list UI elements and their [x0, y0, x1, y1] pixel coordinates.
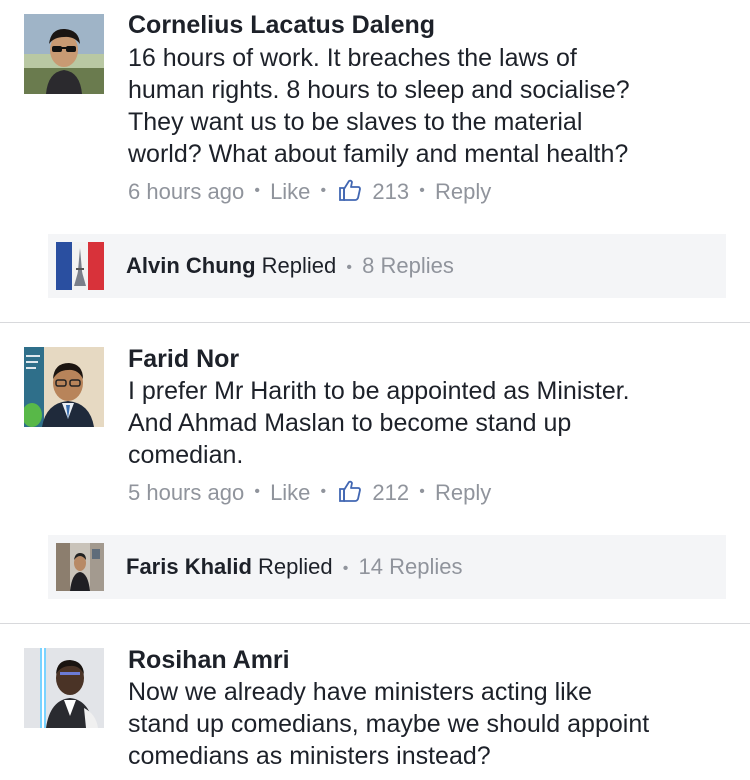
avatar[interactable]	[56, 242, 104, 290]
avatar[interactable]	[24, 648, 104, 728]
separator-dot: •	[346, 259, 353, 276]
comment-author[interactable]: Rosihan Amri	[128, 645, 290, 675]
separator-dot: •	[320, 483, 327, 501]
comment-text-line: stand up comedians, maybe we should appo…	[128, 710, 650, 738]
like-button[interactable]: Like	[270, 478, 310, 508]
reply-count[interactable]: 8 Replies	[362, 253, 454, 278]
reply-button[interactable]: Reply	[435, 177, 491, 207]
replies-summary[interactable]: Alvin Chung Replied • 8 Replies	[48, 234, 726, 298]
separator-dot: •	[419, 182, 425, 200]
replied-label: Replied	[258, 554, 333, 579]
eiffel-tower-flag-avatar-icon	[56, 242, 104, 290]
comment-text-line: comedians as ministers instead?	[128, 742, 491, 770]
comment-text-line: They want us to be slaves to the materia…	[128, 108, 583, 136]
separator-dot: •	[254, 483, 260, 501]
comment-text-line: Now we already have ministers acting lik…	[128, 678, 593, 706]
comment-text: I prefer Mr Harith to be appointed as Mi…	[128, 375, 728, 471]
reply-author[interactable]: Alvin Chung	[126, 253, 256, 278]
like-count[interactable]: 213	[372, 177, 409, 207]
comment-text-line: And Ahmad Maslan to become stand up	[128, 409, 572, 437]
replies-line: Alvin Chung Replied • 8 Replies	[126, 251, 454, 284]
divider	[0, 322, 750, 323]
thumbs-up-icon[interactable]	[338, 479, 362, 503]
reply-author[interactable]: Faris Khalid	[126, 554, 252, 579]
separator-dot: •	[419, 483, 425, 501]
comment-timestamp[interactable]: 6 hours ago	[128, 177, 244, 207]
like-button[interactable]: Like	[270, 177, 310, 207]
comment-text-line: I prefer Mr Harith to be appointed as Mi…	[128, 377, 630, 405]
comment-text-line: 16 hours of work. It breaches the laws o…	[128, 44, 577, 72]
divider	[0, 623, 750, 624]
replies-summary[interactable]: Faris Khalid Replied • 14 Replies	[48, 535, 726, 599]
thumbs-up-icon[interactable]	[338, 178, 362, 202]
comment-timestamp[interactable]: 5 hours ago	[128, 478, 244, 508]
avatar[interactable]	[56, 543, 104, 591]
person-sunglasses-avatar-icon	[24, 14, 104, 94]
replied-label: Replied	[261, 253, 337, 278]
comment-author[interactable]: Farid Nor	[128, 344, 239, 374]
comment-text-line: world? What about family and mental heal…	[128, 140, 629, 168]
replies-line: Faris Khalid Replied • 14 Replies	[126, 552, 462, 585]
comment-meta: 5 hours ago • Like • 212 • Reply	[128, 477, 491, 508]
comment-text: Now we already have ministers acting lik…	[128, 676, 728, 772]
reply-button[interactable]: Reply	[435, 478, 491, 508]
avatar[interactable]	[24, 347, 104, 427]
like-count[interactable]: 212	[372, 478, 409, 508]
avatar[interactable]	[24, 14, 104, 94]
separator-dot: •	[254, 182, 260, 200]
reply-count[interactable]: 14 Replies	[359, 554, 463, 579]
comment-meta: 6 hours ago • Like • 213 • Reply	[128, 176, 491, 207]
comment-author[interactable]: Cornelius Lacatus Daleng	[128, 10, 435, 40]
person-street-avatar-icon	[56, 543, 104, 591]
person-suit-avatar-icon	[24, 347, 104, 427]
separator-dot: •	[342, 560, 349, 577]
person-lightsaber-avatar-icon	[24, 648, 104, 728]
comment-text: 16 hours of work. It breaches the laws o…	[128, 42, 728, 170]
separator-dot: •	[320, 182, 327, 200]
comment-text-line: human rights. 8 hours to sleep and socia…	[128, 76, 630, 104]
comment-text-line: comedian.	[128, 441, 244, 469]
